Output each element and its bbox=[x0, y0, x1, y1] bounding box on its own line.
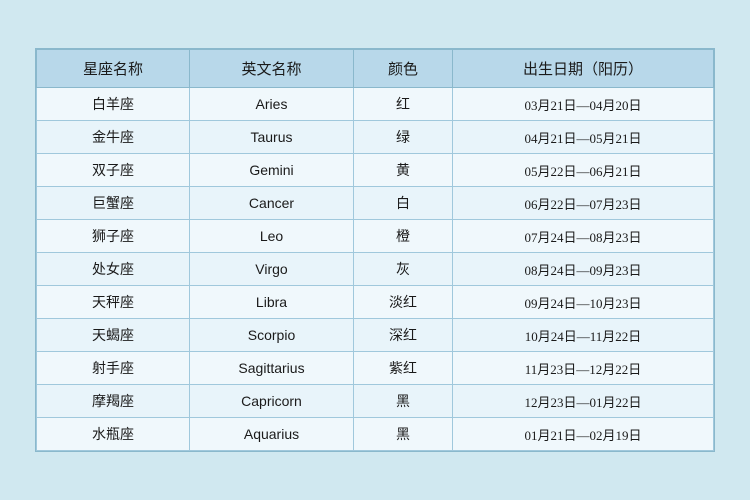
cell-color: 橙 bbox=[354, 220, 453, 253]
cell-english-name: Sagittarius bbox=[189, 352, 353, 385]
table-row: 狮子座Leo橙07月24日—08月23日 bbox=[37, 220, 714, 253]
zodiac-table: 星座名称 英文名称 颜色 出生日期（阳历） 白羊座Aries红03月21日—04… bbox=[36, 49, 714, 451]
cell-color: 红 bbox=[354, 88, 453, 121]
cell-dates: 08月24日—09月23日 bbox=[453, 253, 714, 286]
table-body: 白羊座Aries红03月21日—04月20日金牛座Taurus绿04月21日—0… bbox=[37, 88, 714, 451]
cell-chinese-name: 白羊座 bbox=[37, 88, 190, 121]
cell-chinese-name: 摩羯座 bbox=[37, 385, 190, 418]
cell-english-name: Libra bbox=[189, 286, 353, 319]
header-chinese-name: 星座名称 bbox=[37, 50, 190, 88]
table-row: 射手座Sagittarius紫红11月23日—12月22日 bbox=[37, 352, 714, 385]
header-dates: 出生日期（阳历） bbox=[453, 50, 714, 88]
table-row: 处女座Virgo灰08月24日—09月23日 bbox=[37, 253, 714, 286]
cell-color: 白 bbox=[354, 187, 453, 220]
cell-color: 淡红 bbox=[354, 286, 453, 319]
cell-dates: 05月22日—06月21日 bbox=[453, 154, 714, 187]
table-row: 双子座Gemini黄05月22日—06月21日 bbox=[37, 154, 714, 187]
table-row: 白羊座Aries红03月21日—04月20日 bbox=[37, 88, 714, 121]
header-english-name: 英文名称 bbox=[189, 50, 353, 88]
cell-dates: 01月21日—02月19日 bbox=[453, 418, 714, 451]
table-row: 金牛座Taurus绿04月21日—05月21日 bbox=[37, 121, 714, 154]
cell-color: 黄 bbox=[354, 154, 453, 187]
cell-english-name: Leo bbox=[189, 220, 353, 253]
cell-english-name: Aries bbox=[189, 88, 353, 121]
cell-chinese-name: 水瓶座 bbox=[37, 418, 190, 451]
cell-dates: 09月24日—10月23日 bbox=[453, 286, 714, 319]
cell-color: 紫红 bbox=[354, 352, 453, 385]
cell-color: 黑 bbox=[354, 385, 453, 418]
cell-chinese-name: 狮子座 bbox=[37, 220, 190, 253]
header-color: 颜色 bbox=[354, 50, 453, 88]
cell-english-name: Taurus bbox=[189, 121, 353, 154]
cell-english-name: Gemini bbox=[189, 154, 353, 187]
cell-dates: 03月21日—04月20日 bbox=[453, 88, 714, 121]
cell-color: 灰 bbox=[354, 253, 453, 286]
table-row: 水瓶座Aquarius黑01月21日—02月19日 bbox=[37, 418, 714, 451]
cell-color: 绿 bbox=[354, 121, 453, 154]
cell-english-name: Virgo bbox=[189, 253, 353, 286]
cell-english-name: Scorpio bbox=[189, 319, 353, 352]
cell-english-name: Capricorn bbox=[189, 385, 353, 418]
cell-dates: 11月23日—12月22日 bbox=[453, 352, 714, 385]
cell-dates: 12月23日—01月22日 bbox=[453, 385, 714, 418]
cell-chinese-name: 天秤座 bbox=[37, 286, 190, 319]
cell-dates: 10月24日—11月22日 bbox=[453, 319, 714, 352]
cell-chinese-name: 天蝎座 bbox=[37, 319, 190, 352]
cell-english-name: Aquarius bbox=[189, 418, 353, 451]
cell-color: 深红 bbox=[354, 319, 453, 352]
table-row: 天蝎座Scorpio深红10月24日—11月22日 bbox=[37, 319, 714, 352]
cell-color: 黑 bbox=[354, 418, 453, 451]
table-header-row: 星座名称 英文名称 颜色 出生日期（阳历） bbox=[37, 50, 714, 88]
cell-chinese-name: 处女座 bbox=[37, 253, 190, 286]
table-row: 天秤座Libra淡红09月24日—10月23日 bbox=[37, 286, 714, 319]
cell-dates: 07月24日—08月23日 bbox=[453, 220, 714, 253]
table-row: 摩羯座Capricorn黑12月23日—01月22日 bbox=[37, 385, 714, 418]
cell-chinese-name: 巨蟹座 bbox=[37, 187, 190, 220]
cell-english-name: Cancer bbox=[189, 187, 353, 220]
cell-chinese-name: 金牛座 bbox=[37, 121, 190, 154]
zodiac-table-container: 星座名称 英文名称 颜色 出生日期（阳历） 白羊座Aries红03月21日—04… bbox=[35, 48, 715, 452]
table-row: 巨蟹座Cancer白06月22日—07月23日 bbox=[37, 187, 714, 220]
cell-chinese-name: 射手座 bbox=[37, 352, 190, 385]
cell-dates: 04月21日—05月21日 bbox=[453, 121, 714, 154]
cell-chinese-name: 双子座 bbox=[37, 154, 190, 187]
cell-dates: 06月22日—07月23日 bbox=[453, 187, 714, 220]
